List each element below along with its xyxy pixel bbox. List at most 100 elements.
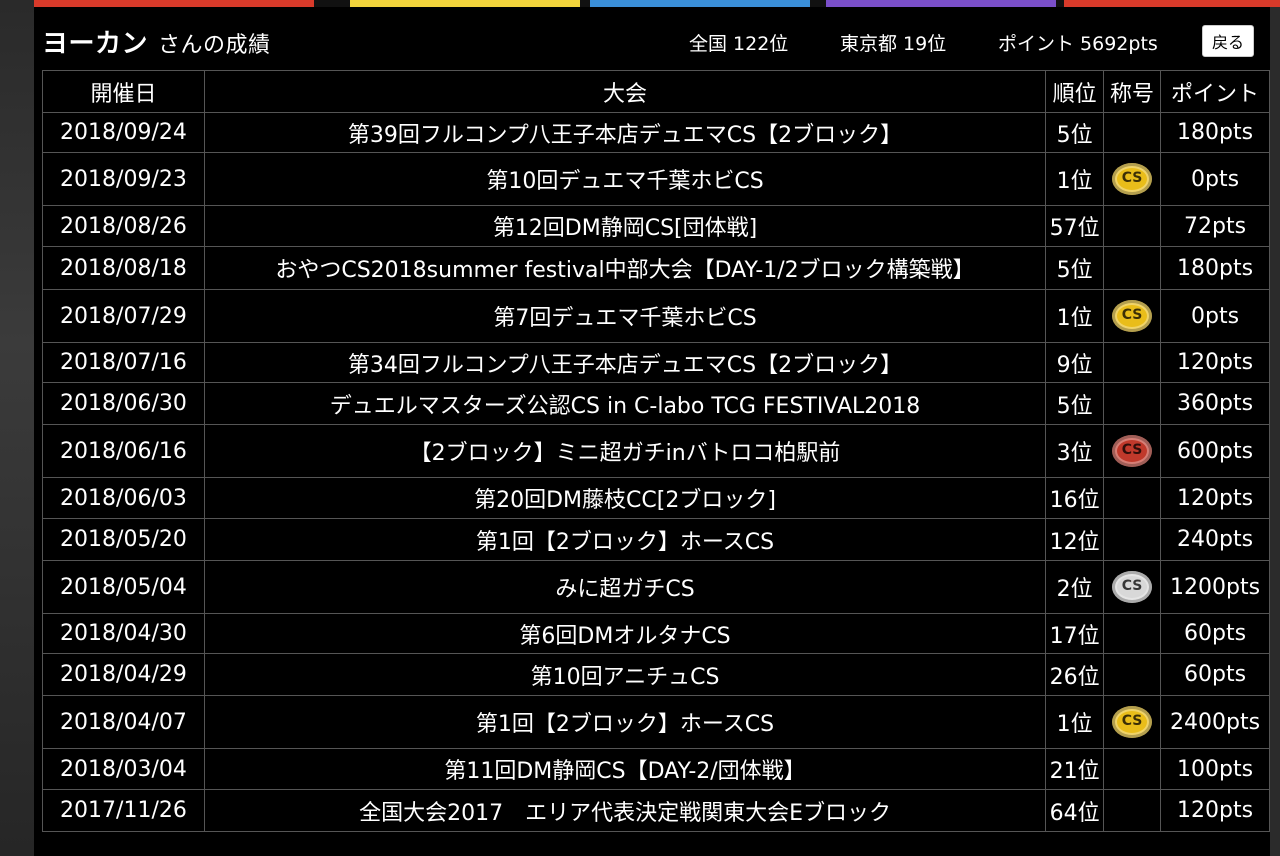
row-event-link[interactable]: 第39回フルコンプ八王子本店デュエマCS【2ブロック】: [203, 112, 1047, 153]
table-row: 2018/04/07 第1回【2ブロック】ホースCS 1位 CS 2400pts: [42, 695, 1270, 749]
row-points: 100pts: [1160, 748, 1270, 790]
row-rank: 26位: [1045, 653, 1105, 696]
medal-label: CS: [1121, 170, 1143, 186]
row-title: CS: [1103, 152, 1162, 206]
gold-medal-icon: CS: [1112, 706, 1153, 738]
background-left: [0, 0, 34, 856]
player-name-suffix: さんの成績: [158, 33, 271, 58]
row-title: [1103, 382, 1162, 425]
row-rank: 9位: [1045, 342, 1105, 383]
table-row: 2018/06/03 第20回DM藤枝CC[2ブロック] 16位 120pts: [42, 477, 1270, 519]
row-points: 0pts: [1160, 152, 1270, 206]
row-points: 72pts: [1160, 205, 1270, 247]
row-points: 0pts: [1160, 289, 1270, 343]
top-tab-5[interactable]: [1064, 0, 1280, 7]
row-points: 60pts: [1160, 653, 1270, 696]
row-points: 120pts: [1160, 342, 1270, 383]
row-rank: 17位: [1045, 613, 1105, 654]
row-event-link[interactable]: 第10回アニチュCS: [203, 653, 1047, 696]
row-event-link[interactable]: 第1回【2ブロック】ホースCS: [203, 695, 1047, 749]
row-points: 120pts: [1160, 789, 1270, 832]
row-event-link[interactable]: 第34回フルコンプ八王子本店デュエマCS【2ブロック】: [203, 342, 1047, 383]
row-title: CS: [1103, 289, 1162, 343]
col-header-rank: 順位: [1045, 70, 1105, 113]
row-title: [1103, 748, 1162, 790]
table-row: 2018/08/18 おやつCS2018summer festival中部大会【D…: [42, 246, 1270, 290]
row-points: 120pts: [1160, 477, 1270, 519]
top-tab-1[interactable]: [34, 0, 314, 7]
row-event-link[interactable]: 第10回デュエマ千葉ホビCS: [203, 152, 1047, 206]
row-title: [1103, 518, 1162, 561]
row-rank: 5位: [1045, 246, 1105, 290]
row-date: 2017/11/26: [42, 789, 205, 832]
table-row: 2018/04/30 第6回DMオルタナCS 17位 60pts: [42, 613, 1270, 654]
row-title: CS: [1103, 424, 1162, 478]
row-title: [1103, 613, 1162, 654]
row-points: 600pts: [1160, 424, 1270, 478]
results-panel: ヨーカン さんの成績 全国 122位 東京都 19位 ポイント 5692pts 戻…: [34, 7, 1270, 856]
national-rank: 全国 122位: [689, 33, 789, 55]
row-date: 2018/08/26: [42, 205, 205, 247]
table-row: 2017/11/26 全国大会2017 エリア代表決定戦関東大会Eブロック 64位 1…: [42, 789, 1270, 832]
row-date: 2018/07/29: [42, 289, 205, 343]
row-date: 2018/09/24: [42, 112, 205, 153]
row-event-link[interactable]: 第20回DM藤枝CC[2ブロック]: [203, 477, 1047, 519]
row-rank: 1位: [1045, 152, 1105, 206]
row-title: [1103, 653, 1162, 696]
table-row: 2018/05/04 みに超ガチCS 2位 CS 1200pts: [42, 560, 1270, 614]
table-row: 2018/07/29 第7回デュエマ千葉ホビCS 1位 CS 0pts: [42, 289, 1270, 343]
bronze-medal-icon: CS: [1112, 435, 1153, 467]
row-event-link[interactable]: 第1回【2ブロック】ホースCS: [203, 518, 1047, 561]
row-rank: 5位: [1045, 112, 1105, 153]
row-rank: 64位: [1045, 789, 1105, 832]
row-date: 2018/05/04: [42, 560, 205, 614]
row-event-link[interactable]: 第12回DM静岡CS[団体戦]: [203, 205, 1047, 247]
table-row: 2018/03/04 第11回DM静岡CS【DAY-2/団体戦】 21位 100pts: [42, 748, 1270, 790]
row-rank: 1位: [1045, 695, 1105, 749]
row-event-link[interactable]: 全国大会2017 エリア代表決定戦関東大会Eブロック: [203, 789, 1047, 832]
silver-medal-icon: CS: [1112, 571, 1153, 603]
top-tab-3[interactable]: [590, 0, 810, 7]
table-row: 2018/05/20 第1回【2ブロック】ホースCS 12位 240pts: [42, 518, 1270, 561]
table-header-row: 開催日 大会 順位 称号 ポイント: [42, 70, 1270, 113]
tokyo-rank: 東京都 19位: [840, 33, 947, 55]
table-row: 2018/06/30 デュエルマスターズ公認CS in C-labo TCG FE…: [42, 382, 1270, 425]
player-name: ヨーカン: [42, 29, 149, 59]
col-header-date: 開催日: [42, 70, 205, 113]
gold-medal-icon: CS: [1112, 163, 1153, 195]
medal-label: CS: [1121, 713, 1143, 729]
row-event-link[interactable]: 【2ブロック】ミニ超ガチinバトロコ柏駅前: [203, 424, 1047, 478]
row-event-link[interactable]: おやつCS2018summer festival中部大会【DAY-1/2ブロック…: [203, 246, 1047, 290]
row-date: 2018/06/30: [42, 382, 205, 425]
row-points: 60pts: [1160, 613, 1270, 654]
row-rank: 16位: [1045, 477, 1105, 519]
table-row: 2018/09/24 第39回フルコンプ八王子本店デュエマCS【2ブロック】 5位 1…: [42, 112, 1270, 153]
row-title: [1103, 789, 1162, 832]
row-date: 2018/04/29: [42, 653, 205, 696]
row-points: 240pts: [1160, 518, 1270, 561]
row-event-link[interactable]: みに超ガチCS: [203, 560, 1047, 614]
row-event-link[interactable]: 第6回DMオルタナCS: [203, 613, 1047, 654]
row-date: 2018/05/20: [42, 518, 205, 561]
top-tab-2[interactable]: [350, 0, 580, 7]
row-event-link[interactable]: デュエルマスターズ公認CS in C-labo TCG FESTIVAL2018: [203, 382, 1047, 425]
back-button[interactable]: 戻る: [1201, 25, 1254, 57]
col-header-points: ポイント: [1160, 70, 1270, 113]
top-tab-4[interactable]: [826, 0, 1056, 7]
gold-medal-icon: CS: [1112, 300, 1153, 332]
medal-label: CS: [1121, 442, 1143, 458]
row-rank: 12位: [1045, 518, 1105, 561]
row-points: 2400pts: [1160, 695, 1270, 749]
row-title: [1103, 342, 1162, 383]
row-title: [1103, 477, 1162, 519]
player-header: ヨーカン さんの成績 全国 122位 東京都 19位 ポイント 5692pts 戻…: [42, 23, 1262, 59]
row-points: 180pts: [1160, 112, 1270, 153]
row-rank: 57位: [1045, 205, 1105, 247]
row-event-link[interactable]: 第7回デュエマ千葉ホビCS: [203, 289, 1047, 343]
row-date: 2018/09/23: [42, 152, 205, 206]
row-points: 360pts: [1160, 382, 1270, 425]
row-event-link[interactable]: 第11回DM静岡CS【DAY-2/団体戦】: [203, 748, 1047, 790]
table-row: 2018/04/29 第10回アニチュCS 26位 60pts: [42, 653, 1270, 696]
row-rank: 1位: [1045, 289, 1105, 343]
row-date: 2018/07/16: [42, 342, 205, 383]
